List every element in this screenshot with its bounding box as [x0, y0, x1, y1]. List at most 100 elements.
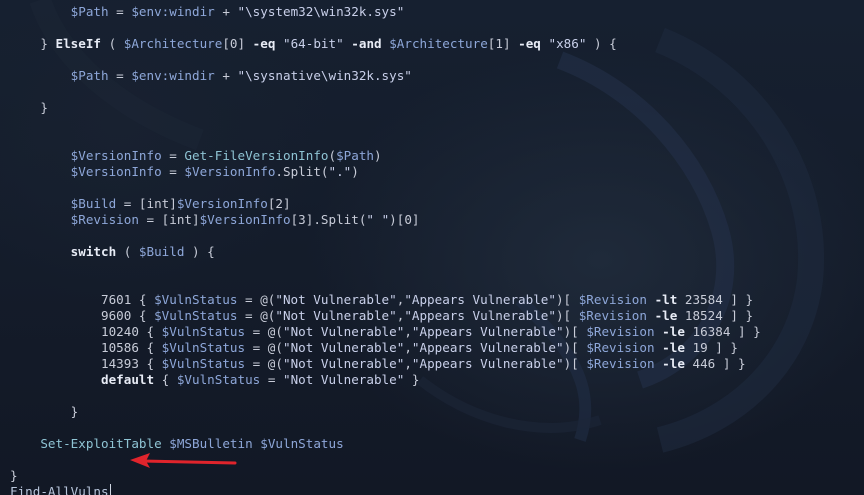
keyword-token: default	[101, 372, 155, 387]
code-text: }	[10, 100, 48, 115]
code-line: switch ( $Build ) {	[10, 244, 864, 260]
string-token: "Appears Vulnerable"	[404, 308, 556, 323]
keyword-token: -and	[351, 36, 382, 51]
variable-token: $VersionInfo	[184, 164, 276, 179]
string-token: " "	[366, 212, 390, 227]
keyword-token: -le	[662, 340, 685, 355]
code-line: $VersionInfo = $VersionInfo.Split(".")	[10, 164, 864, 180]
string-token: "Not Vulnerable"	[275, 292, 397, 307]
code-line: $Path = $env:windir + "\system32\win32k.…	[10, 4, 864, 20]
code-text: 23584 ] }	[677, 292, 754, 307]
variable-token: $Revision	[586, 356, 655, 371]
code-text: )	[351, 164, 359, 179]
string-token: "."	[328, 164, 352, 179]
string-token: "Appears Vulnerable"	[411, 340, 564, 355]
variable-token: $env:windir	[131, 68, 215, 83]
variable-token: $VersionInfo	[70, 164, 162, 179]
code-text: [1]	[487, 36, 519, 51]
code-text: =	[161, 148, 185, 163]
code-text: = @(	[237, 292, 276, 307]
code-line: }	[10, 404, 864, 420]
code-text: =	[108, 68, 132, 83]
function-token: Set-ExploitTable	[40, 436, 162, 451]
string-token: "\sysnative\win32k.sys"	[237, 68, 412, 83]
code-text: 7601 {	[10, 292, 155, 307]
code-text: }	[10, 468, 18, 483]
variable-token: $VulnStatus	[161, 340, 246, 355]
variable-token: $env:windir	[131, 4, 215, 19]
variable-token: $Revision	[70, 212, 139, 227]
code-text: ) {	[184, 244, 215, 259]
code-line: default { $VulnStatus = "Not Vulnerable"…	[10, 372, 864, 388]
code-text: [2]	[267, 196, 291, 211]
variable-token: $Path	[70, 68, 109, 83]
code-text: [3].Split(	[290, 212, 367, 227]
string-token: "Appears Vulnerable"	[411, 356, 564, 371]
code-text: )[0]	[389, 212, 420, 227]
keyword-token: -le	[654, 308, 678, 323]
string-token: "Not Vulnerable"	[282, 324, 405, 339]
variable-token: $Architecture	[389, 36, 488, 51]
keyword-token: -lt	[654, 292, 678, 307]
code-text: 446 ] }	[684, 356, 746, 371]
code-line: 7601 { $VulnStatus = @("Not Vulnerable",…	[10, 292, 864, 308]
text-cursor	[109, 484, 111, 495]
code-text: ,	[404, 340, 412, 355]
function-token: Get-FileVersionInfo	[184, 148, 329, 163]
code-text: (	[328, 148, 337, 163]
string-token: "x86"	[548, 36, 587, 51]
command-text: Find-AllVulns	[10, 484, 109, 495]
code-text: 9600 {	[10, 308, 155, 323]
code-text: ) {	[586, 36, 617, 51]
code-text: }	[10, 404, 79, 419]
code-line: $VersionInfo = Get-FileVersionInfo($Path…	[10, 148, 864, 164]
command-line[interactable]: Find-AllVulns	[10, 484, 864, 495]
code-text: = [int]	[116, 196, 177, 211]
code-text: = @(	[245, 356, 283, 371]
variable-token: $Architecture	[123, 36, 223, 51]
keyword-token: switch	[70, 244, 117, 259]
code-text: .Split(	[275, 164, 329, 179]
code-line: 9600 { $VulnStatus = @("Not Vulnerable",…	[10, 308, 864, 324]
code-text: 10240 {	[10, 324, 162, 339]
code-text: )[	[563, 340, 587, 355]
script-editor-content[interactable]: $Path = $env:windir + "\system32\win32k.…	[10, 4, 864, 495]
variable-token: $VulnStatus	[161, 356, 246, 371]
variable-token: $Build	[70, 196, 117, 211]
variable-token: $VulnStatus	[176, 372, 261, 387]
code-text: ,	[404, 356, 412, 371]
code-text: =	[260, 372, 283, 387]
string-token: "Appears Vulnerable"	[404, 292, 556, 307]
code-line: } ElseIf ( $Architecture[0] -eq "64-bit"…	[10, 36, 864, 52]
code-text: [0]	[222, 36, 253, 51]
code-text: )[	[563, 356, 587, 371]
terminal-window[interactable]: $Path = $env:windir + "\system32\win32k.…	[0, 0, 864, 495]
variable-token: $Revision	[578, 308, 647, 323]
variable-token: $Revision	[578, 292, 647, 307]
code-text: )	[374, 148, 382, 163]
code-text: 10586 {	[10, 340, 162, 355]
code-text: )[	[555, 308, 579, 323]
code-line: 10586 { $VulnStatus = @("Not Vulnerable"…	[10, 340, 864, 356]
code-text: )[	[555, 292, 579, 307]
string-token: "64-bit"	[283, 36, 344, 51]
code-text: 16384 ] }	[684, 324, 761, 339]
